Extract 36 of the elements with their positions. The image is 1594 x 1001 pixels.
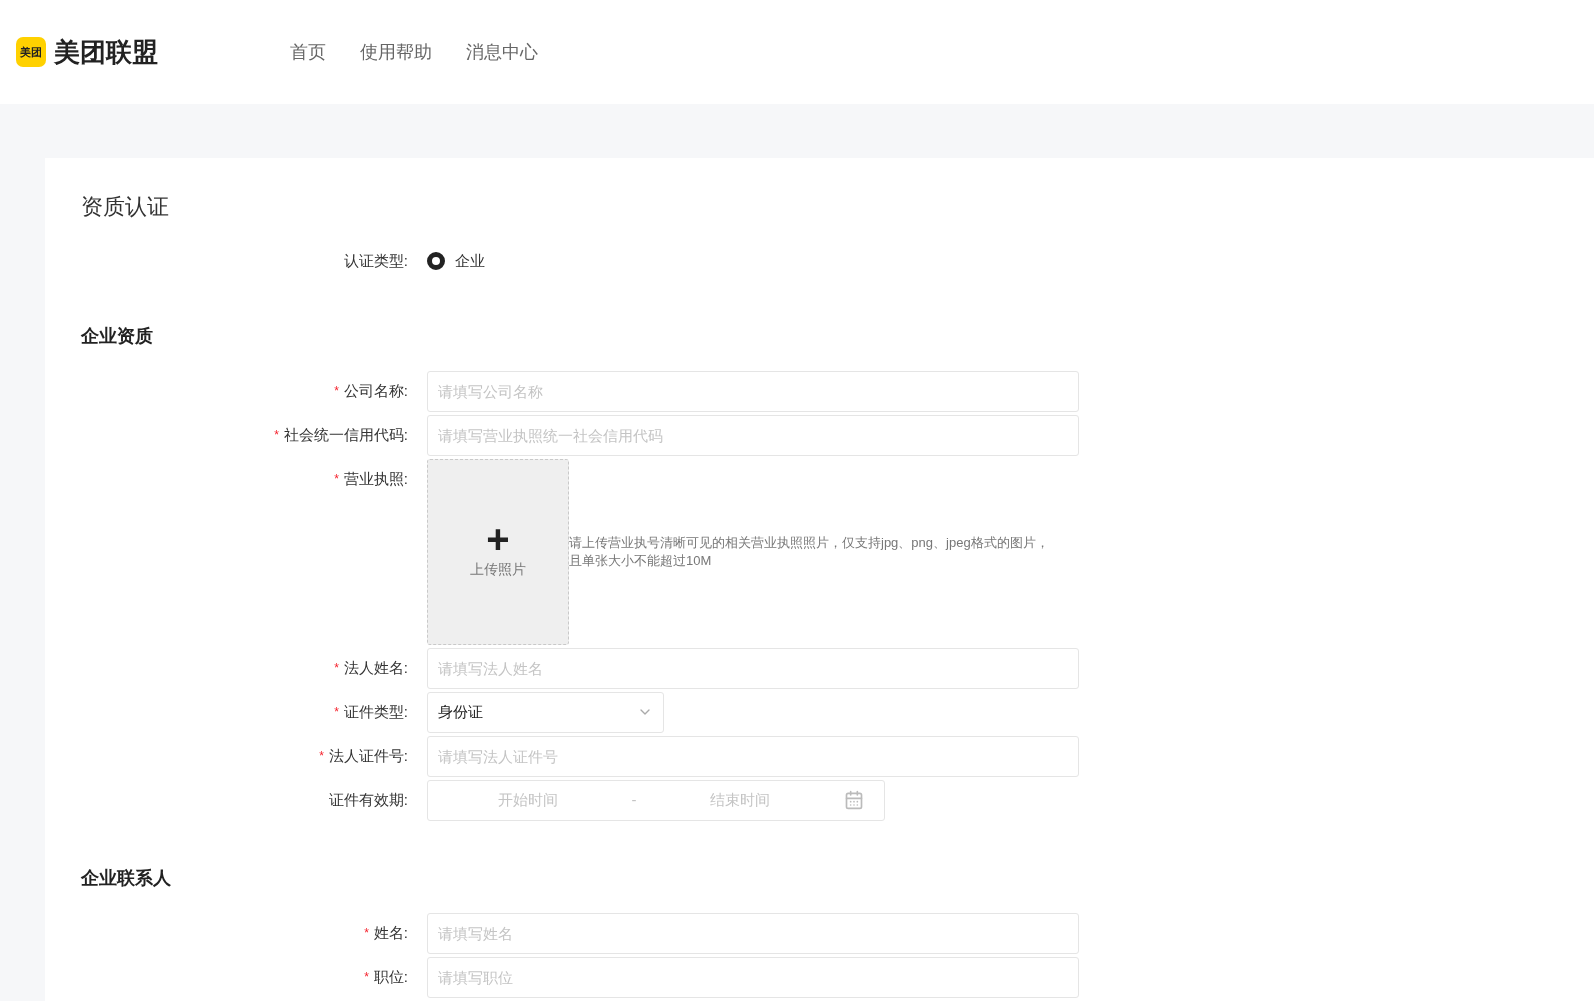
required-mark: * [364,969,369,986]
required-mark: * [334,660,339,677]
required-mark: * [334,704,339,721]
nav-link[interactable]: 消息中心 [466,38,538,66]
section-title: 企业联系人 [81,866,172,889]
field-label: 姓名: [373,922,408,943]
field-label: 社会统一信用代码: [283,424,408,445]
text-field[interactable]: 请填写姓名 [427,912,1079,954]
page-title: 资质认证 [81,193,170,220]
select-field[interactable]: 身份证 [427,691,664,733]
section-title: 企业资质 [81,324,154,347]
required-mark: * [334,471,339,488]
text-field[interactable]: 请填写法人证件号 [427,735,1079,777]
text-field[interactable]: 请填写法人姓名 [427,647,1079,689]
upload-photo-button[interactable]: + 上传照片 [427,458,569,645]
upload-hint: 请上传营业执号清晰可见的相关营业执照照片，仅支持jpg、png、jpeg格式的图片，且单张大小不能超过10M [569,533,1050,570]
required-mark: * [274,427,279,444]
required-mark: * [319,748,324,765]
field-label: 法人证件号: [328,745,408,766]
field-label: 职位: [373,966,408,987]
text-field[interactable]: 请填写职位 [427,956,1079,998]
calendar-icon [844,790,864,810]
nav-link[interactable]: 使用帮助 [360,38,432,66]
field-label: 认证类型: [343,251,408,271]
field-label: 证件类型: [343,701,408,722]
required-mark: * [364,925,369,942]
field-label: 公司名称: [343,380,408,401]
logo-badge: 美团 [16,37,46,67]
radio-option[interactable]: 企业 [427,250,485,273]
required-mark: * [334,383,339,400]
text-field[interactable]: 请填写公司名称 [427,370,1079,412]
field-label: 法人姓名: [343,657,408,678]
nav-link[interactable]: 首页 [290,38,326,66]
logo-text: 美团联盟 [54,35,158,69]
field-label: 营业执照: [343,468,408,489]
field-label: 证件有效期: [328,789,408,810]
